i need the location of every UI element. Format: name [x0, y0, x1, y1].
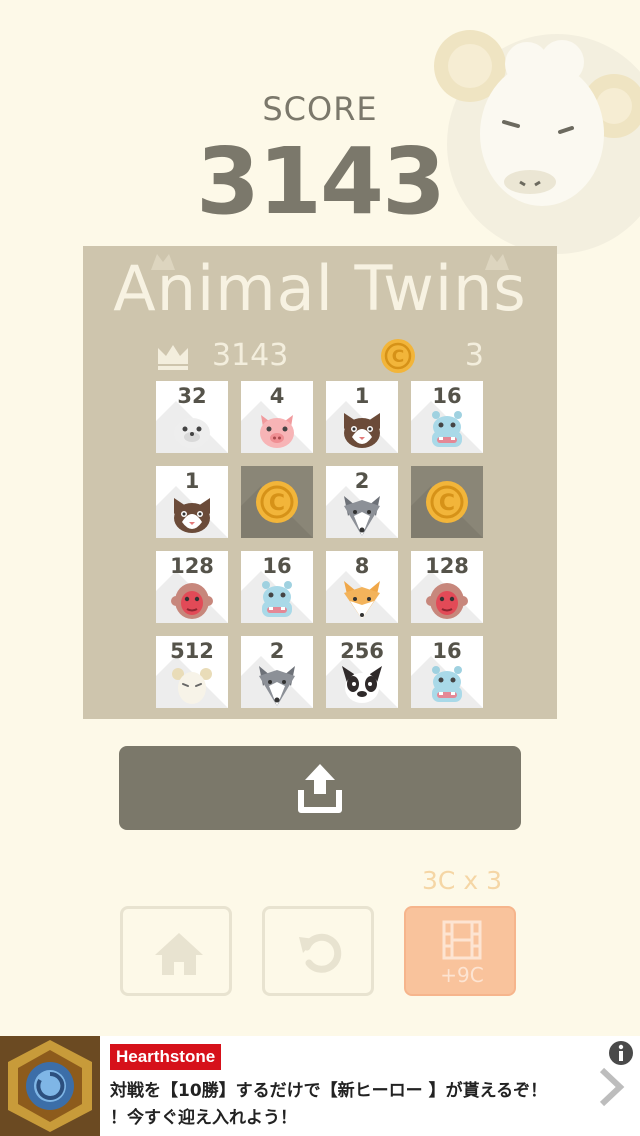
retry-icon [299, 933, 342, 973]
hippo-icon [262, 581, 292, 617]
tile-value: 32 [177, 384, 207, 408]
wolf-icon [259, 666, 295, 706]
animal-tile[interactable]: 128 [156, 551, 228, 623]
tile-value: 4 [269, 384, 285, 408]
video-price-label: 3C x 3 [422, 866, 502, 895]
tile-value: 16 [432, 384, 462, 408]
sheep-icon [172, 668, 212, 704]
animal-tile[interactable]: 512 [156, 636, 228, 708]
animal-tile[interactable]: 2 [241, 636, 313, 708]
watch-video-button[interactable]: +9C [404, 906, 516, 996]
coin-tile[interactable]: C [241, 466, 313, 538]
info-icon[interactable] [608, 1040, 634, 1066]
svg-text:C: C [392, 347, 404, 367]
tile-value: 512 [170, 639, 214, 663]
tile-value: 2 [269, 639, 285, 663]
coin-icon: C [381, 339, 415, 373]
retry-button[interactable] [262, 906, 374, 996]
tile-value: 16 [262, 554, 292, 578]
coin-icon: C [256, 481, 298, 523]
animal-tile[interactable]: 8 [326, 551, 398, 623]
ad-text: 対戦を【10勝】するだけで【新ヒーロー 】が貰えるぞ！ ！今すぐ迎え入れよう！ [110, 1078, 580, 1132]
tile-value: 256 [340, 639, 384, 663]
ad-brand-label: Hearthstone [110, 1044, 222, 1070]
wolf-icon [344, 496, 380, 536]
best-score: 3143 [212, 338, 289, 373]
home-icon [155, 933, 203, 975]
game-title: Animal Twins [113, 252, 527, 325]
svg-text:C: C [439, 491, 455, 516]
tile-value: 16 [432, 639, 462, 663]
tile-value: 1 [354, 384, 370, 408]
animal-tile[interactable]: 16 [411, 381, 483, 453]
video-reward-label: +9C [440, 963, 484, 987]
score-label: SCORE [262, 90, 378, 128]
tile-value: 8 [354, 554, 370, 578]
share-icon [298, 764, 342, 813]
tile-value: 128 [425, 554, 469, 578]
tile-value: 128 [170, 554, 214, 578]
animal-tile[interactable]: 256 [326, 636, 398, 708]
svg-text:C: C [269, 491, 285, 516]
coin-tile[interactable]: C [411, 466, 483, 538]
ad-banner[interactable]: Hearthstone 対戦を【10勝】するだけで【新ヒーロー 】が貰えるぞ！ … [0, 1036, 640, 1136]
score-value: 3143 [195, 128, 446, 235]
hippo-icon [432, 666, 462, 702]
home-button[interactable] [120, 906, 232, 996]
fox-icon [344, 581, 380, 619]
pig-icon [260, 415, 294, 448]
animal-tile[interactable]: 32 [156, 381, 228, 453]
game-board: Animal Twins [83, 246, 557, 719]
animal-tile[interactable]: 16 [241, 551, 313, 623]
ad-text-line-2: ！今すぐ迎え入れよう！ [110, 1108, 297, 1128]
share-button[interactable] [119, 746, 521, 830]
coin-icon: C [426, 481, 468, 523]
cat-icon [174, 498, 210, 533]
crown-icon [158, 345, 188, 370]
ad-text-line-1: 対戦を【10勝】するだけで【新ヒーロー 】が貰えるぞ！ [110, 1081, 548, 1101]
seal-icon [174, 418, 210, 448]
animal-tile[interactable]: 128 [411, 551, 483, 623]
animal-tile[interactable]: 2 [326, 466, 398, 538]
monkey-icon [171, 583, 213, 619]
tile-value: 2 [354, 469, 370, 493]
film-icon [442, 920, 482, 960]
hearthstone-logo-icon [0, 1036, 100, 1136]
animal-tile[interactable]: 4 [241, 381, 313, 453]
animal-tile[interactable]: 16 [411, 636, 483, 708]
coin-count: 3 [464, 338, 484, 373]
monkey-icon [426, 583, 468, 619]
animal-tile[interactable]: 1 [326, 381, 398, 453]
tile-value: 1 [184, 469, 200, 493]
cat-icon [344, 413, 380, 448]
chevron-right-icon[interactable] [596, 1066, 626, 1108]
hippo-icon [432, 411, 462, 447]
bulldog-icon [342, 666, 382, 703]
animal-tile[interactable]: 1 [156, 466, 228, 538]
